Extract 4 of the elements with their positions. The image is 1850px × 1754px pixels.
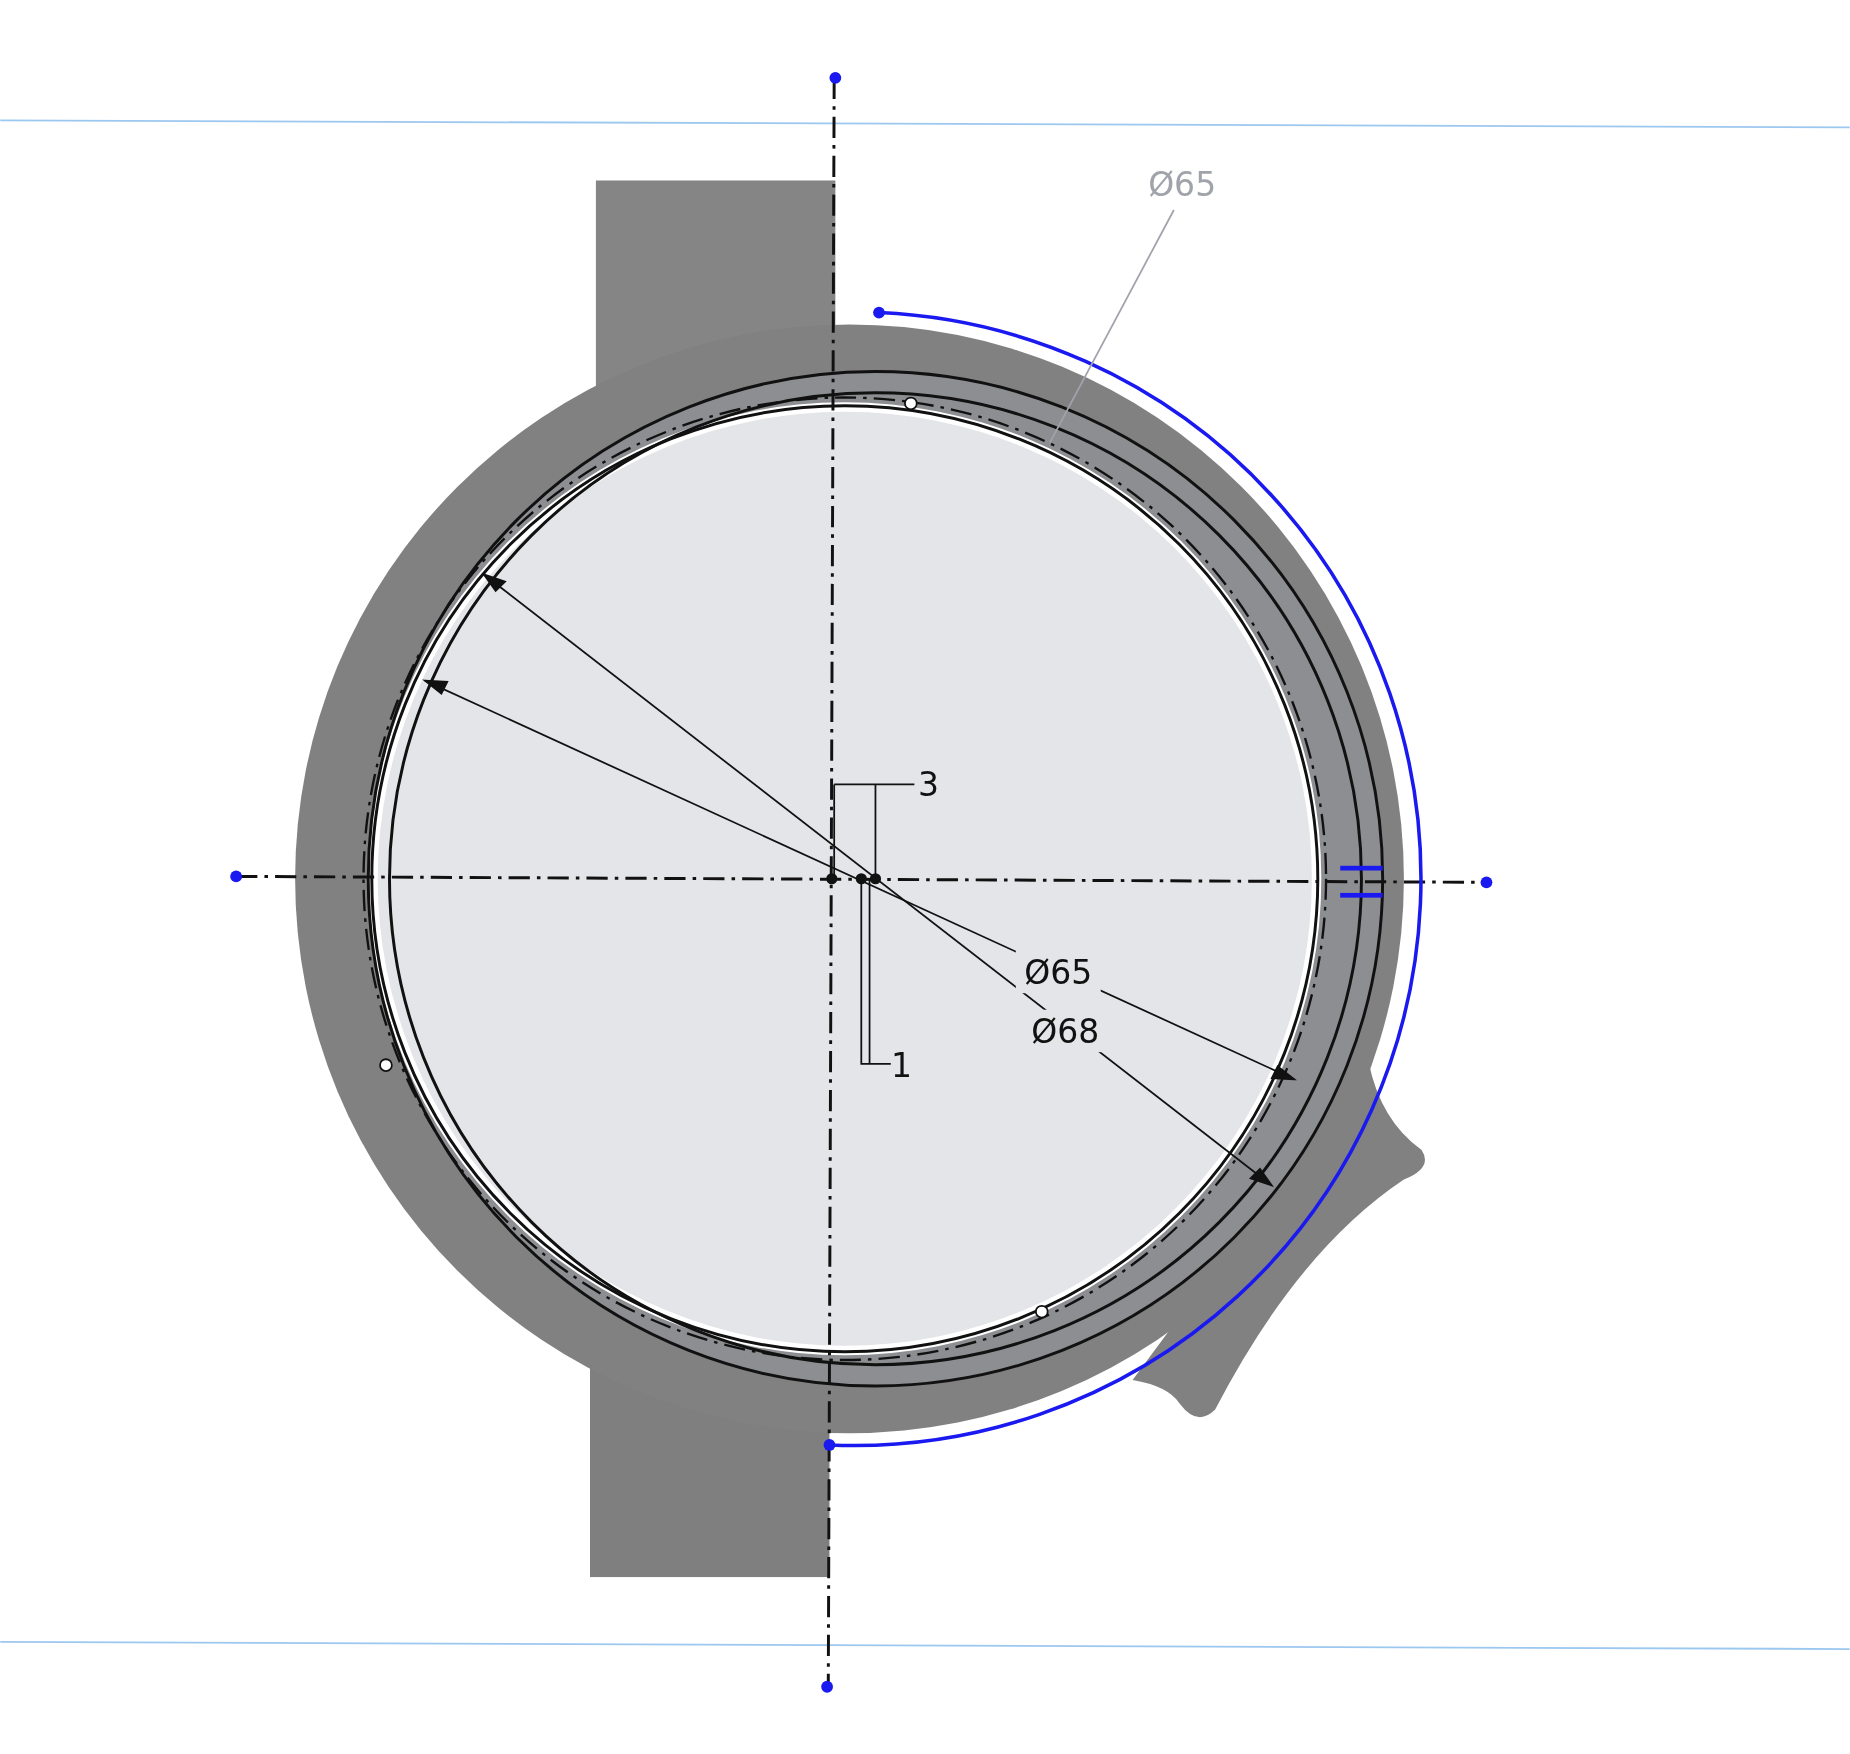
dimension-label[interactable]: 1 bbox=[890, 1045, 912, 1085]
dimension-label[interactable]: Ø68 bbox=[1031, 1011, 1100, 1051]
dimension-label[interactable]: Ø65 bbox=[1024, 952, 1093, 992]
dimension-label[interactable]: 3 bbox=[918, 765, 940, 805]
